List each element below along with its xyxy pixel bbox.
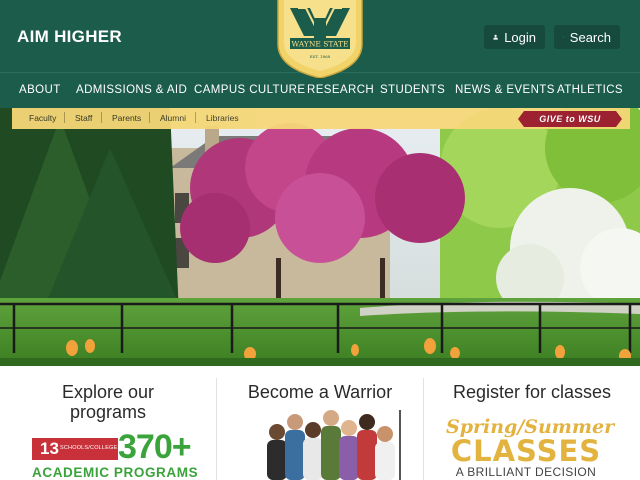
login-label: Login <box>504 29 536 45</box>
give-button[interactable]: GIVE to WSU <box>518 111 622 127</box>
programs-count: 370+ <box>118 428 192 466</box>
logo-est: EST. 1868 <box>310 54 331 59</box>
audience-divider <box>195 112 196 123</box>
campus-photo <box>0 108 640 366</box>
site-tagline: AIM HIGHER <box>17 27 122 46</box>
card-become-warrior[interactable]: Become a Warrior <box>217 366 423 480</box>
nav-item-campus-culture[interactable]: CAMPUS CULTURE <box>194 84 305 96</box>
audience-divider <box>149 112 150 123</box>
promo-line3: A BRILLIANT DECISION <box>455 465 597 479</box>
wayne-state-logo[interactable]: WAYNE STATE EST. 1868 <box>276 0 364 79</box>
audience-link-alumni[interactable]: Alumni <box>160 113 186 123</box>
hero-image <box>0 108 640 366</box>
audience-link-libraries[interactable]: Libraries <box>206 113 239 123</box>
audience-link-staff[interactable]: Staff <box>75 113 92 123</box>
search-icon <box>563 36 564 38</box>
nav-item-news-events[interactable]: NEWS & EVENTS <box>455 84 555 96</box>
card-title-line2: programs <box>69 402 147 422</box>
schools-badge: 13 SCHOOLS/COLLEGES <box>32 438 122 460</box>
search-button[interactable]: Search <box>554 25 620 49</box>
audience-link-parents[interactable]: Parents <box>112 113 141 123</box>
audience-divider <box>101 112 102 123</box>
schools-count: 13 <box>40 439 59 458</box>
schools-label: SCHOOLS/COLLEGES <box>60 445 122 451</box>
page: AIM HIGHER Login Search ABOUT ADMISSIONS… <box>0 0 640 480</box>
search-label: Search <box>569 29 611 45</box>
shield-icon: WAYNE STATE EST. 1868 <box>277 0 363 79</box>
audience-link-faculty[interactable]: Faculty <box>29 113 56 123</box>
nav-item-students[interactable]: STUDENTS <box>380 84 445 96</box>
nav-item-about[interactable]: ABOUT <box>19 84 61 96</box>
programs-label: ACADEMIC PROGRAMS <box>32 465 199 480</box>
login-button[interactable]: Login <box>484 25 545 49</box>
card-title: Become a Warrior <box>247 382 393 402</box>
nav-item-research[interactable]: RESEARCH <box>307 84 374 96</box>
audience-divider <box>64 112 65 123</box>
students-photo <box>257 410 403 480</box>
nav-item-admissions[interactable]: ADMISSIONS & AID <box>76 84 187 96</box>
promo-line2: CLASSES <box>450 434 602 468</box>
card-title-line1: Explore our <box>61 382 155 402</box>
user-icon <box>493 34 498 40</box>
card-title: Register for classes <box>452 382 612 402</box>
logo-text: WAYNE STATE <box>291 40 348 49</box>
nav-item-athletics[interactable]: ATHLETICS <box>557 84 623 96</box>
